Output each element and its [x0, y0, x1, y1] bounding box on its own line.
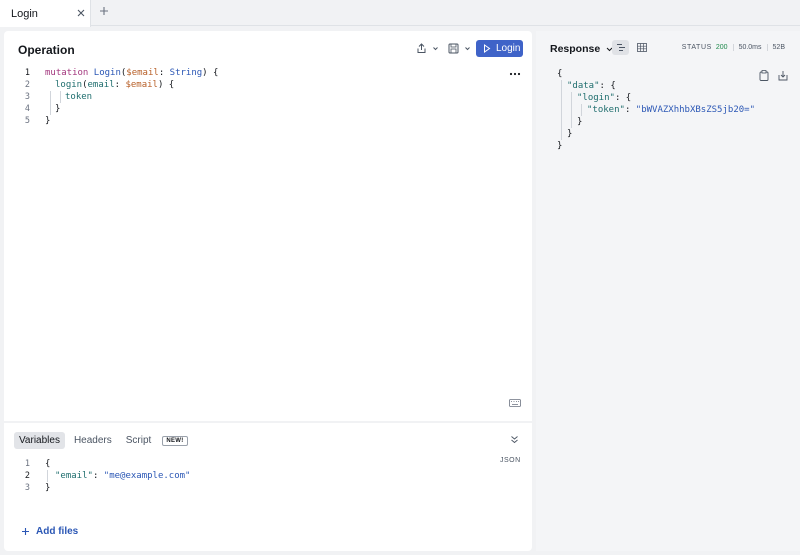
- keyboard-icon[interactable]: [509, 399, 521, 407]
- collapse-icon[interactable]: [510, 435, 519, 444]
- response-title: Response: [550, 43, 601, 55]
- format-label: JSON: [500, 457, 521, 464]
- operation-line-numbers: 1 2 3 4 5: [24, 68, 30, 126]
- code-line-4: }: [55, 104, 61, 114]
- response-panel: Response STATUS 200 50.0ms 52B { "data": …: [536, 31, 800, 551]
- chevron-down-icon: [433, 47, 438, 51]
- response-selector[interactable]: Response: [550, 43, 614, 55]
- run-operation-button[interactable]: Login: [476, 40, 523, 57]
- download-icon[interactable]: [778, 70, 788, 81]
- more-icon[interactable]: [509, 72, 521, 76]
- status-code: 200: [715, 44, 728, 51]
- variables-tabs: Variables Headers Script NEW!: [14, 432, 188, 449]
- save-button[interactable]: [448, 43, 472, 54]
- code-line-5: }: [45, 116, 51, 126]
- plus-icon: [22, 528, 29, 535]
- share-button[interactable]: [416, 43, 440, 54]
- operation-title: Operation: [18, 43, 75, 57]
- status-label: STATUS: [681, 44, 712, 51]
- code-line-2: login(email: $email) {: [55, 80, 175, 90]
- close-icon[interactable]: [76, 8, 86, 18]
- json-view-icon: [616, 44, 625, 51]
- tab-label: Login: [11, 7, 38, 20]
- table-view-button[interactable]: [633, 40, 650, 55]
- variables-editor[interactable]: { "email": "me@example.com" }: [45, 458, 190, 494]
- chevron-down-icon: [465, 47, 470, 51]
- response-size: 52B: [766, 44, 790, 51]
- response-status-bar: STATUS 200 50.0ms 52B: [677, 44, 790, 51]
- json-view-button[interactable]: [612, 40, 629, 55]
- tab-bar: Login: [0, 0, 800, 27]
- code-line-3: token: [65, 92, 93, 102]
- table-view-icon: [636, 43, 647, 52]
- tab-headers[interactable]: Headers: [69, 432, 117, 449]
- run-button-label: Login: [496, 43, 521, 54]
- new-badge: NEW!: [162, 435, 188, 446]
- tab-script[interactable]: Script: [121, 432, 157, 449]
- operation-panel: Operation Login 1 2 3 4 5 mutation Login…: [4, 31, 532, 421]
- tab-login[interactable]: Login: [0, 0, 91, 27]
- plus-icon[interactable]: [98, 5, 110, 17]
- save-icon: [448, 43, 459, 54]
- tab-variables[interactable]: Variables: [14, 432, 65, 449]
- code-line-1: mutation Login($email: String) {: [45, 68, 219, 78]
- response-viewer[interactable]: { "data": { "login": { "token": "bWVAZXh…: [557, 68, 755, 152]
- add-files-button[interactable]: Add files: [21, 526, 78, 537]
- copy-icon[interactable]: [759, 70, 769, 81]
- share-icon: [417, 43, 426, 53]
- operation-editor[interactable]: mutation Login($email: String) { login(e…: [45, 67, 218, 127]
- response-time: 50.0ms: [732, 44, 767, 51]
- add-files-label: Add files: [36, 526, 79, 537]
- variables-line-numbers: 1 2 3: [24, 459, 30, 493]
- variables-panel: Variables Headers Script NEW! JSON 1 2 3…: [4, 423, 532, 551]
- play-icon: [484, 44, 491, 53]
